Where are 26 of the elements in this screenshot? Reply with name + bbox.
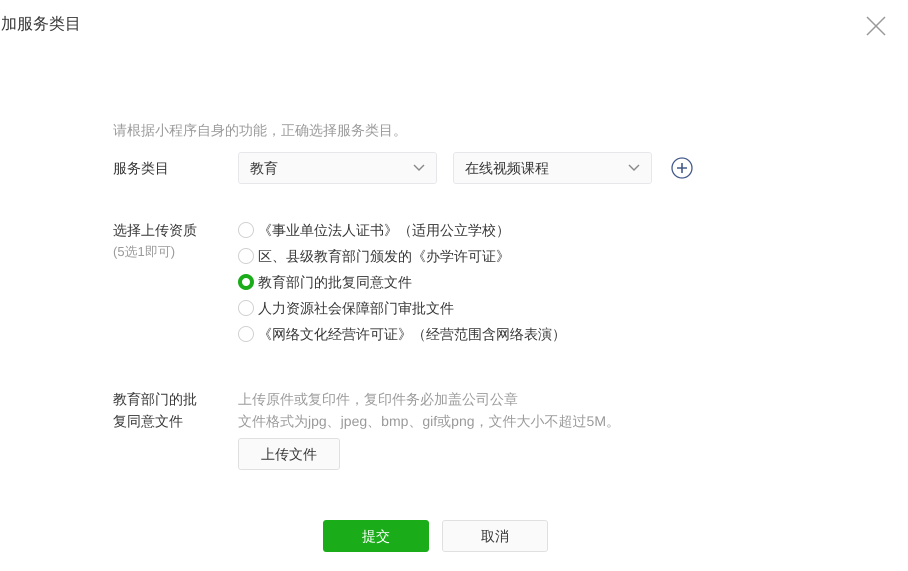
note-text: 上传原件或复印件，复印件务必加盖公司公章 bbox=[238, 390, 518, 409]
radio-button[interactable] bbox=[238, 300, 254, 316]
radio-label: 《事业单位法人证书》（适用公立学校） bbox=[258, 220, 510, 240]
field-label: 服务类目 bbox=[113, 158, 170, 178]
chevron-down-icon bbox=[628, 164, 640, 172]
chevron-down-icon bbox=[413, 164, 425, 172]
hint-text: (5选1即可) bbox=[113, 243, 176, 261]
field-label: 选择上传资质 bbox=[113, 221, 197, 240]
dialog-title: 加服务类目 bbox=[1, 14, 81, 35]
field-label: 教育部门的批复同意文件 bbox=[113, 390, 198, 431]
radio-button[interactable] bbox=[238, 326, 254, 342]
cancel-button[interactable]: 取消 bbox=[442, 520, 548, 552]
radio-label: 区、县级教育部门颁发的《办学许可证》 bbox=[258, 246, 510, 266]
radio-button[interactable] bbox=[238, 222, 254, 238]
close-icon[interactable] bbox=[866, 16, 886, 36]
note-text: 文件格式为jpg、jpeg、bmp、gif或png，文件大小不超过5M。 bbox=[238, 412, 620, 431]
intro-text: 请根据小程序自身的功能，正确选择服务类目。 bbox=[113, 121, 407, 140]
dropdown-select[interactable]: 教育 bbox=[238, 152, 437, 184]
radio-button[interactable] bbox=[238, 274, 254, 290]
radio-label: 人力资源社会保障部门审批文件 bbox=[258, 298, 454, 318]
radio-label: 《网络文化经营许可证》（经营范围含网络表演） bbox=[258, 324, 566, 344]
dropdown-select[interactable]: 在线视频课程 bbox=[453, 152, 652, 184]
add-icon[interactable] bbox=[671, 157, 693, 179]
radio-button[interactable] bbox=[238, 248, 254, 264]
upload-button[interactable]: 上传文件 bbox=[238, 438, 340, 470]
radio-label: 教育部门的批复同意文件 bbox=[258, 272, 412, 292]
